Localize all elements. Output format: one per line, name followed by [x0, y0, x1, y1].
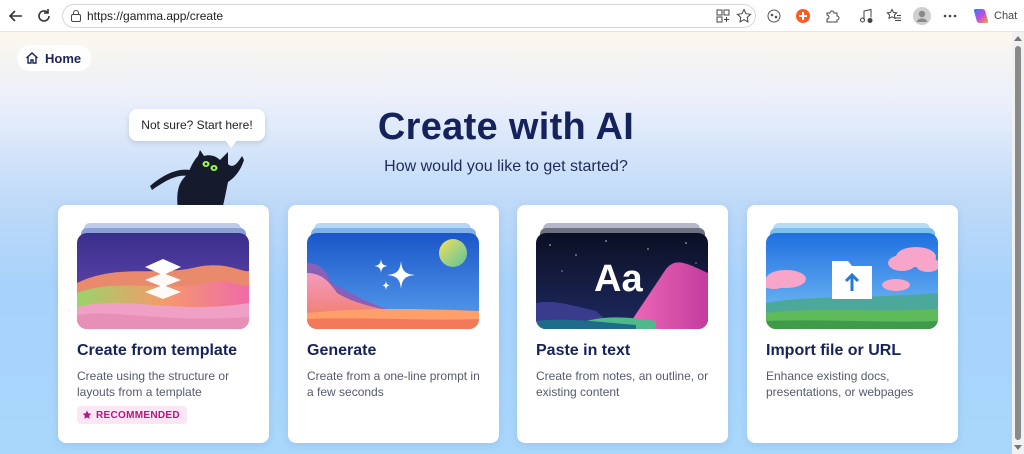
card-title: Import file or URL — [766, 342, 902, 359]
bubble-text: Not sure? Start here! — [141, 118, 253, 132]
copilot-chat-button[interactable]: Chat — [966, 4, 1020, 28]
recommended-badge: RECOMMENDED — [77, 406, 187, 424]
badge-label: RECOMMENDED — [96, 409, 180, 421]
page-scrollbar[interactable] — [1012, 32, 1024, 454]
favorite-star-icon[interactable] — [736, 8, 752, 29]
help-speech-bubble[interactable]: Not sure? Start here! — [129, 109, 265, 148]
refresh-button[interactable] — [34, 6, 54, 26]
media-control-icon[interactable] — [856, 6, 876, 26]
back-arrow-icon — [8, 10, 22, 22]
card-title: Generate — [307, 342, 377, 359]
favorites-list-icon[interactable] — [884, 6, 904, 26]
profile-avatar[interactable] — [912, 6, 932, 26]
more-menu-icon[interactable] — [940, 6, 960, 26]
home-icon — [26, 52, 38, 64]
paste-text-illustration: Aa — [536, 233, 708, 329]
card-description: Create using the structure or layouts fr… — [77, 369, 230, 399]
extension-icon[interactable] — [764, 6, 784, 26]
paste-in-text-card[interactable]: Aa Paste in text Create from notes, an o… — [517, 205, 728, 443]
site-info-icon[interactable] — [70, 9, 82, 28]
back-button[interactable] — [6, 6, 26, 26]
card-title: Paste in text — [536, 342, 631, 359]
apps-icon[interactable] — [715, 8, 731, 29]
card-description: Create from a one-line prompt in a few s… — [307, 369, 480, 399]
page-content: Home Create with AI How would you like t… — [0, 32, 1012, 454]
home-button[interactable]: Home — [17, 45, 92, 71]
copilot-icon — [973, 9, 989, 23]
extensions-puzzle-icon[interactable] — [822, 6, 842, 26]
card-title: Create from template — [77, 342, 238, 359]
scroll-up-arrow[interactable] — [1014, 36, 1022, 41]
home-label: Home — [45, 50, 82, 66]
template-illustration — [77, 233, 249, 329]
address-bar[interactable]: https://gamma.app/create — [62, 4, 756, 28]
cat-mascot-illustration — [150, 150, 244, 210]
import-file-card[interactable]: Import file or URL Enhance existing docs… — [747, 205, 958, 443]
generate-card[interactable]: Generate Create from a one-line prompt i… — [288, 205, 499, 443]
import-illustration — [766, 233, 938, 329]
aa-glyph: Aa — [594, 258, 643, 300]
browser-toolbar: https://gamma.app/create Chat — [0, 0, 1024, 32]
scroll-down-arrow[interactable] — [1014, 445, 1022, 450]
refresh-icon — [38, 9, 50, 22]
generate-illustration — [307, 233, 479, 329]
chat-label: Chat — [994, 10, 1018, 22]
star-icon — [82, 410, 92, 419]
scrollbar-thumb[interactable] — [1015, 46, 1021, 440]
card-description: Enhance existing docs, presentations, or… — [766, 369, 914, 399]
url-text: https://gamma.app/create — [87, 9, 224, 23]
create-from-template-card[interactable]: Create from template Create using the st… — [58, 205, 269, 443]
card-description: Create from notes, an outline, or existi… — [536, 369, 709, 399]
extension-orange-icon[interactable] — [793, 6, 813, 26]
